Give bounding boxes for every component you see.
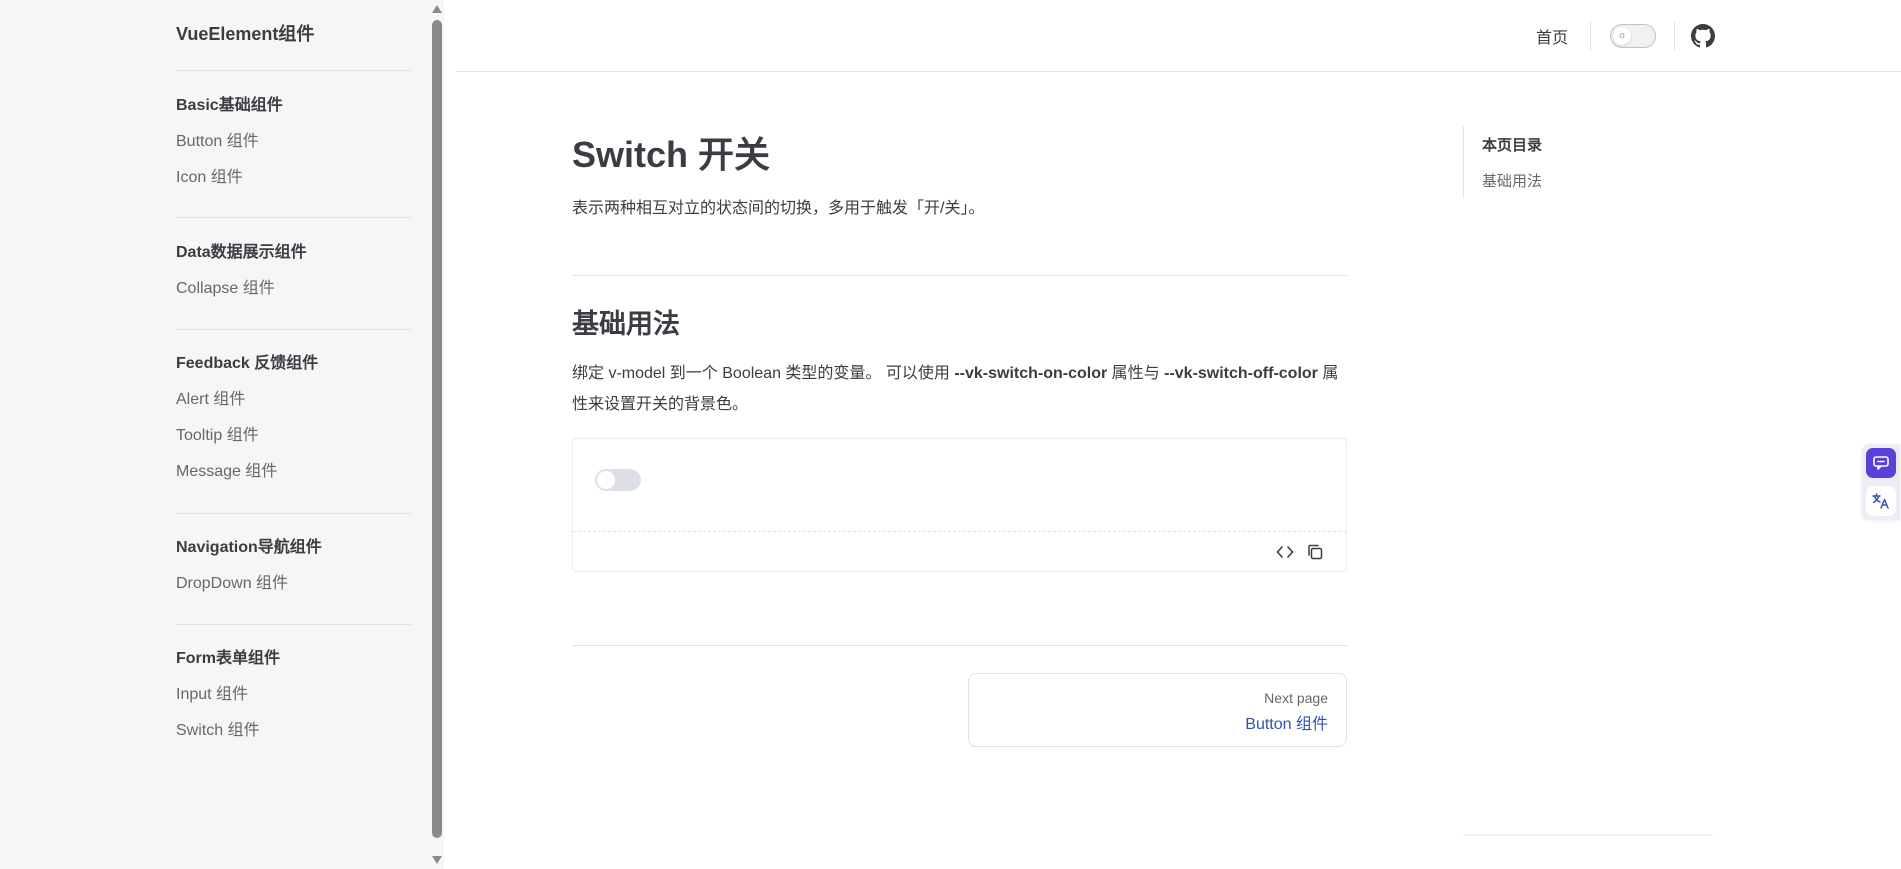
scroll-up-arrow-icon[interactable]: [432, 5, 442, 13]
translate-icon: [1872, 493, 1889, 509]
divider: [176, 70, 411, 71]
sidebar-scrollbar[interactable]: [430, 0, 444, 869]
translate-button[interactable]: [1866, 486, 1896, 516]
css-var-on-color: --vk-switch-on-color: [954, 365, 1108, 382]
next-page-card[interactable]: Next page Button 组件: [968, 673, 1347, 747]
copy-icon[interactable]: [1306, 543, 1324, 561]
sidebar-item-input[interactable]: Input 组件: [176, 680, 248, 704]
scrollbar-thumb[interactable]: [432, 20, 442, 838]
code-icon[interactable]: [1276, 543, 1294, 561]
sidebar-item-dropdown[interactable]: DropDown 组件: [176, 569, 288, 593]
divider: [572, 645, 1347, 646]
divider: [572, 275, 1347, 276]
section-title[interactable]: 基础用法: [572, 302, 680, 341]
outline-fade: [1463, 834, 1713, 836]
sidebar-item-message[interactable]: Message 组件: [176, 457, 277, 481]
sidebar-group-navigation: Navigation导航组件: [176, 539, 322, 556]
sidebar-item-alert[interactable]: Alert 组件: [176, 385, 245, 409]
next-page-link[interactable]: Button 组件: [1245, 710, 1328, 734]
switch-knob: [597, 471, 615, 489]
demo-toolbar: [1276, 543, 1324, 561]
divider: [176, 329, 411, 330]
demo-switch[interactable]: [595, 469, 641, 491]
site-title[interactable]: VueElement组件: [176, 20, 314, 46]
page-description: 表示两种相互对立的状态间的切换，多用于触发「开/关」。: [572, 200, 985, 217]
sidebar-group-feedback: Feedback 反馈组件: [176, 355, 319, 372]
sidebar-group-data: Data数据展示组件: [176, 244, 307, 261]
chat-icon: [1873, 456, 1889, 470]
sun-icon: ☼: [1613, 27, 1631, 45]
section-description: 绑定 v-model 到一个 Boolean 类型的变量。 可以使用 --vk-…: [572, 358, 1347, 420]
sidebar: VueElement组件 Basic基础组件 Button 组件 Icon 组件…: [0, 0, 444, 869]
page-outline: 本页目录 基础用法: [1463, 126, 1713, 198]
sidebar-item-switch[interactable]: Switch 组件: [176, 716, 260, 740]
floating-toolbar: [1862, 444, 1900, 520]
top-nav: 首页 ☼: [456, 0, 1901, 72]
demo-block: [572, 438, 1347, 572]
sidebar-item-button[interactable]: Button 组件: [176, 127, 259, 151]
outline-item-basic-usage[interactable]: 基础用法: [1482, 170, 1542, 191]
divider: [176, 624, 411, 625]
nav-home-link[interactable]: 首页: [1536, 24, 1568, 48]
theme-toggle[interactable]: ☼: [1610, 24, 1656, 48]
divider: [176, 217, 411, 218]
nav-divider: [1590, 22, 1591, 50]
desc-text: 属性与: [1107, 365, 1165, 382]
github-icon[interactable]: [1691, 24, 1715, 48]
sidebar-item-icon[interactable]: Icon 组件: [176, 163, 243, 187]
demo-preview: [573, 439, 1346, 532]
sidebar-item-tooltip[interactable]: Tooltip 组件: [176, 421, 259, 445]
page-title: Switch 开关: [572, 134, 771, 175]
outline-title: 本页目录: [1482, 137, 1543, 154]
nav-divider: [1674, 22, 1675, 50]
sidebar-group-form: Form表单组件: [176, 650, 281, 667]
divider: [176, 513, 411, 514]
sidebar-item-collapse[interactable]: Collapse 组件: [176, 274, 275, 298]
css-var-off-color: --vk-switch-off-color: [1164, 365, 1318, 382]
scroll-down-arrow-icon[interactable]: [432, 856, 442, 864]
chat-button[interactable]: [1866, 448, 1896, 478]
next-page-label: Next page: [1264, 690, 1328, 706]
sidebar-group-basic: Basic基础组件: [176, 97, 283, 114]
desc-text: 绑定 v-model 到一个 Boolean 类型的变量。 可以使用: [572, 365, 955, 382]
